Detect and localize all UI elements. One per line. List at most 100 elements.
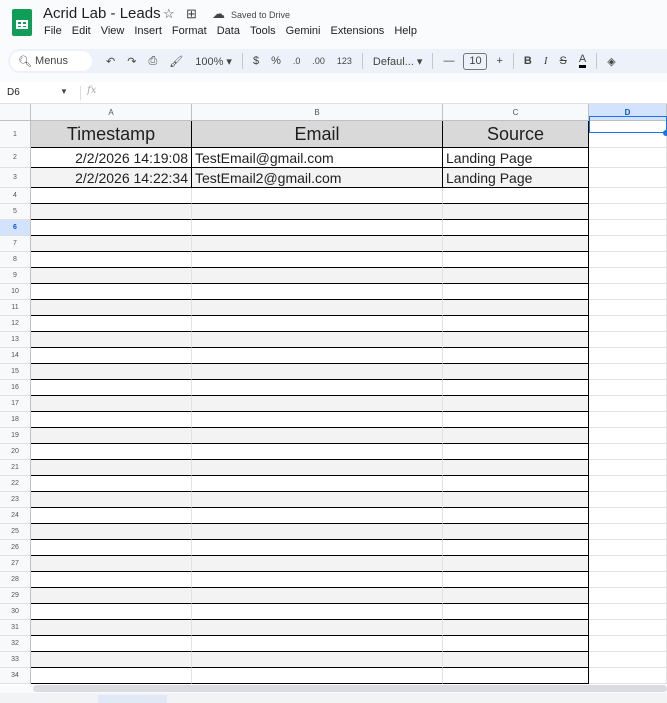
row-header-27[interactable]: 27: [0, 556, 31, 572]
cell-D25[interactable]: [589, 524, 667, 540]
cell-B23[interactable]: [192, 492, 443, 508]
cell-C27[interactable]: [443, 556, 589, 572]
cell-D13[interactable]: [589, 332, 667, 348]
cell-D9[interactable]: [589, 268, 667, 284]
redo-icon[interactable]: ↷: [127, 55, 136, 68]
fill-handle[interactable]: [663, 130, 667, 136]
cell-B12[interactable]: [192, 316, 443, 332]
cell-C34[interactable]: [443, 668, 589, 684]
cell-B34[interactable]: [192, 668, 443, 684]
row-header-26[interactable]: 26: [0, 540, 31, 556]
cell-C3[interactable]: Landing Page: [443, 168, 589, 188]
cell-C22[interactable]: [443, 476, 589, 492]
cell-D10[interactable]: [589, 284, 667, 300]
column-header-b[interactable]: B: [192, 104, 443, 121]
cell-C6[interactable]: [443, 220, 589, 236]
cell-C14[interactable]: [443, 348, 589, 364]
row-header-13[interactable]: 13: [0, 332, 31, 348]
row-header-17[interactable]: 17: [0, 396, 31, 412]
cell-D14[interactable]: [589, 348, 667, 364]
row-header-30[interactable]: 30: [0, 604, 31, 620]
row-header-32[interactable]: 32: [0, 636, 31, 652]
cell-D28[interactable]: [589, 572, 667, 588]
cell-D34[interactable]: [589, 668, 667, 684]
sheets-logo-icon[interactable]: [12, 9, 32, 36]
cell-D7[interactable]: [589, 236, 667, 252]
cell-D20[interactable]: [589, 444, 667, 460]
cell-B8[interactable]: [192, 252, 443, 268]
cell-D23[interactable]: [589, 492, 667, 508]
row-header-22[interactable]: 22: [0, 476, 31, 492]
cell-C24[interactable]: [443, 508, 589, 524]
horizontal-scrollbar[interactable]: [33, 685, 667, 692]
cell-D3[interactable]: [589, 168, 667, 188]
cell-C8[interactable]: [443, 252, 589, 268]
cell-D32[interactable]: [589, 636, 667, 652]
undo-icon[interactable]: ↶: [106, 55, 115, 68]
cell-D29[interactable]: [589, 588, 667, 604]
cell-C21[interactable]: [443, 460, 589, 476]
menu-insert[interactable]: Insert: [134, 25, 162, 37]
paint-format-icon[interactable]: 🖌︎: [169, 55, 183, 68]
cell-A7[interactable]: [31, 236, 192, 252]
cell-C32[interactable]: [443, 636, 589, 652]
move-folder-icon[interactable]: ⊞: [186, 6, 197, 22]
cell-B33[interactable]: [192, 652, 443, 668]
cell-C28[interactable]: [443, 572, 589, 588]
cell-C16[interactable]: [443, 380, 589, 396]
row-header-6[interactable]: 6: [0, 220, 31, 236]
row-header-23[interactable]: 23: [0, 492, 31, 508]
cell-C12[interactable]: [443, 316, 589, 332]
cell-A17[interactable]: [31, 396, 192, 412]
cell-C20[interactable]: [443, 444, 589, 460]
menu-data[interactable]: Data: [217, 25, 240, 37]
cell-D24[interactable]: [589, 508, 667, 524]
cell-D6[interactable]: [589, 220, 667, 236]
cell-C33[interactable]: [443, 652, 589, 668]
cell-A6[interactable]: [31, 220, 192, 236]
cell-B32[interactable]: [192, 636, 443, 652]
cell-B4[interactable]: [192, 188, 443, 204]
decrease-decimal-button[interactable]: .0: [293, 56, 301, 66]
text-color-button[interactable]: A: [578, 54, 587, 68]
cell-D2[interactable]: [589, 148, 667, 168]
increase-decimal-button[interactable]: .00: [312, 56, 325, 66]
row-header-8[interactable]: 8: [0, 252, 31, 268]
cell-A19[interactable]: [31, 428, 192, 444]
cell-B2[interactable]: TestEmail@gmail.com: [192, 148, 443, 168]
cell-B21[interactable]: [192, 460, 443, 476]
cell-D5[interactable]: [589, 204, 667, 220]
cell-B28[interactable]: [192, 572, 443, 588]
menu-view[interactable]: View: [101, 25, 125, 37]
star-icon[interactable]: ☆: [163, 6, 175, 22]
cell-B5[interactable]: [192, 204, 443, 220]
cell-D31[interactable]: [589, 620, 667, 636]
cell-A15[interactable]: [31, 364, 192, 380]
row-header-14[interactable]: 14: [0, 348, 31, 364]
cell-A28[interactable]: [31, 572, 192, 588]
row-header-11[interactable]: 11: [0, 300, 31, 316]
cell-B25[interactable]: [192, 524, 443, 540]
percent-button[interactable]: %: [271, 55, 281, 67]
cell-A13[interactable]: [31, 332, 192, 348]
increase-font-size-icon[interactable]: +: [496, 55, 502, 67]
cell-D12[interactable]: [589, 316, 667, 332]
fill-color-icon[interactable]: ◈: [607, 55, 615, 68]
cell-A31[interactable]: [31, 620, 192, 636]
row-header-5[interactable]: 5: [0, 204, 31, 220]
menu-file[interactable]: File: [44, 25, 62, 37]
cell-B29[interactable]: [192, 588, 443, 604]
cell-B16[interactable]: [192, 380, 443, 396]
cell-C30[interactable]: [443, 604, 589, 620]
menu-format[interactable]: Format: [172, 25, 207, 37]
row-header-21[interactable]: 21: [0, 460, 31, 476]
italic-button[interactable]: I: [544, 55, 548, 67]
cell-B10[interactable]: [192, 284, 443, 300]
cell-A21[interactable]: [31, 460, 192, 476]
select-all-corner[interactable]: [0, 104, 31, 121]
zoom-select[interactable]: 100% ▾: [195, 55, 232, 68]
row-header-15[interactable]: 15: [0, 364, 31, 380]
name-box[interactable]: D6: [7, 87, 20, 98]
cell-C13[interactable]: [443, 332, 589, 348]
cell-C2[interactable]: Landing Page: [443, 148, 589, 168]
